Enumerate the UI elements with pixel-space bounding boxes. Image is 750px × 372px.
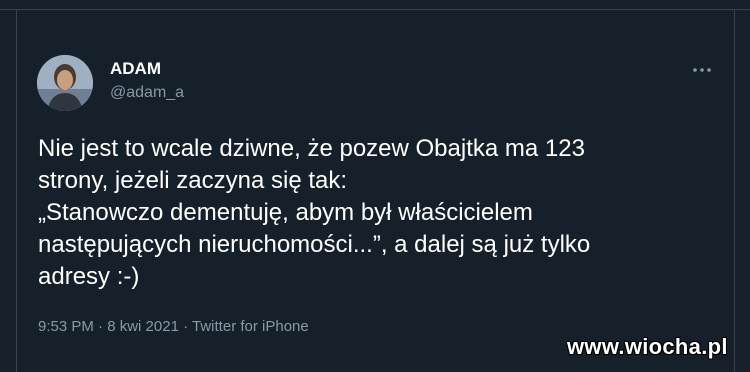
tweet-meta: 9:53 PM · 8 kwi 2021 · Twitter for iPhon…	[38, 317, 309, 337]
more-horizontal-icon[interactable]	[691, 62, 713, 72]
divider-left	[16, 9, 17, 372]
tweet-text: Nie jest to wcale dziwne, że pozew Obajt…	[38, 135, 591, 290]
tweet-time[interactable]: 9:53 PM	[38, 318, 94, 335]
divider-top	[0, 9, 750, 10]
watermark: www.wiocha.pl	[567, 334, 728, 359]
avatar[interactable]	[37, 55, 93, 111]
meta-separator: ·	[98, 318, 104, 335]
author-handle[interactable]: @adam_a	[110, 83, 184, 103]
tweet-source[interactable]: Twitter for iPhone	[192, 318, 309, 335]
tweet-date[interactable]: 8 kwi 2021	[107, 318, 179, 335]
divider-right	[734, 9, 735, 372]
meta-separator: ·	[183, 318, 189, 335]
author-display-name[interactable]: ADAM	[110, 59, 161, 79]
